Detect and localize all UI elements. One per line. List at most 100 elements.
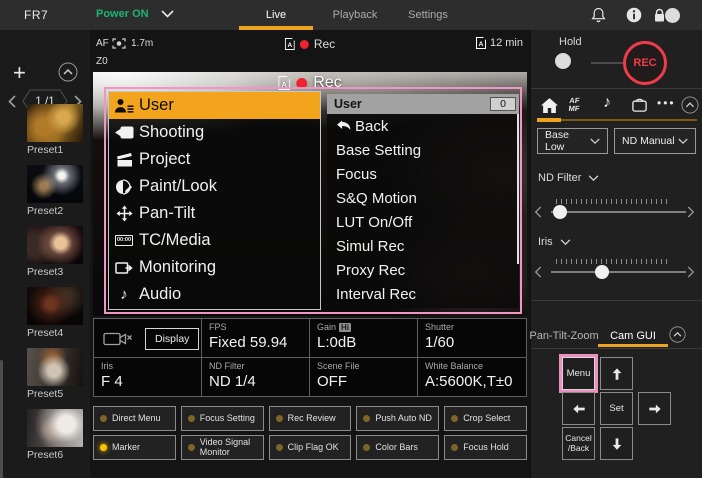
sidebar-scrollbar[interactable]	[0, 360, 3, 478]
assign-button-direct-menu[interactable]: Direct Menu	[93, 406, 176, 431]
led-indicator	[363, 415, 370, 422]
submenu-item-interval-rec[interactable]: Interval Rec	[327, 282, 519, 306]
menu-item-monitoring[interactable]: Monitoring	[109, 254, 320, 281]
iris-slider-knob[interactable]	[595, 265, 609, 279]
assign-button-marker[interactable]: Marker	[93, 435, 176, 460]
submenu-item-back[interactable]: Back	[327, 114, 519, 138]
submenu-item-label: Back	[355, 118, 388, 135]
assign-button-crop-select[interactable]: Crop Select	[444, 406, 527, 431]
preset-thumbnail-1[interactable]: Preset1	[27, 104, 83, 156]
led-indicator	[276, 444, 283, 451]
chevron-down-icon	[590, 138, 600, 145]
menu-item-label: Project	[139, 150, 190, 169]
iris-section-toggle[interactable]: Iris	[538, 236, 571, 248]
preset-thumbnail-3[interactable]: Preset3	[27, 226, 83, 278]
led-indicator	[451, 444, 458, 451]
dpad-down-button[interactable]	[600, 427, 633, 460]
preset-label: Preset6	[27, 449, 83, 461]
preset-thumbnail-6[interactable]: Preset6	[27, 409, 83, 461]
gain-value: L:0dB	[317, 334, 417, 351]
assign-button-video-signal-monitor[interactable]: Video Signal Monitor	[181, 435, 264, 460]
tab-pan-tilt-zoom[interactable]: Pan-Tilt-Zoom	[529, 330, 598, 342]
nd-filter-cell: ND Filter ND 1/4	[202, 358, 310, 397]
preset-thumbnail-2[interactable]: Preset2	[27, 165, 83, 217]
preset-thumbnail-4[interactable]: Preset4	[27, 287, 83, 339]
tab-audio-icon[interactable]: ♪	[603, 94, 611, 112]
app-title: FR7	[24, 8, 48, 22]
dpad-cancel-back-button[interactable]: Cancel /Back	[562, 427, 595, 460]
dpad-menu-button[interactable]: Menu	[562, 357, 595, 390]
tab-camera-icon[interactable]	[631, 97, 648, 113]
menu-item-paint-look[interactable]: Paint/Look	[109, 173, 320, 200]
pad-collapse-button[interactable]	[669, 326, 686, 343]
menu-item-pan-tilt[interactable]: Pan-Tilt	[109, 200, 320, 227]
page-prev-button[interactable]	[8, 95, 16, 108]
tab-afmf-icon[interactable]: AF MF	[568, 97, 580, 112]
preset-thumbnail-5[interactable]: Preset5	[27, 348, 83, 400]
zoom-position: Z0	[96, 56, 108, 67]
menu-item-project[interactable]: Project	[109, 146, 320, 173]
led-indicator	[276, 415, 283, 422]
dpad-up-button[interactable]	[600, 357, 633, 390]
iris-slider-increase[interactable]	[687, 266, 695, 278]
iris-value: F 4	[101, 373, 201, 390]
nd-slider-increase[interactable]	[687, 206, 695, 218]
display-button[interactable]: Display	[145, 328, 199, 350]
nd-slider-track[interactable]	[551, 211, 686, 213]
sidebar-collapse-button[interactable]	[58, 62, 78, 82]
led-indicator	[363, 444, 370, 451]
submenu-item-base-setting[interactable]: Base Setting	[327, 138, 519, 162]
power-menu[interactable]: Power ON	[96, 8, 174, 20]
nd-filter-section-toggle[interactable]: ND Filter	[538, 172, 599, 184]
add-preset-button[interactable]: +	[13, 62, 26, 84]
menu-item-audio[interactable]: ♪ Audio	[109, 281, 320, 308]
assign-button-color-bars[interactable]: Color Bars	[356, 435, 439, 460]
menu-item-shooting[interactable]: Shooting	[109, 119, 320, 146]
menu-item-user[interactable]: User	[109, 92, 320, 119]
dpad-set-button[interactable]: Set	[600, 392, 633, 425]
scene-file-cell: Scene File OFF	[310, 358, 418, 397]
nd-slider-decrease[interactable]	[534, 206, 542, 218]
tab-more-icon[interactable]: •••	[657, 96, 676, 110]
chevron-down-icon	[588, 175, 599, 182]
iris-slider-decrease[interactable]	[534, 266, 542, 278]
tab-playback[interactable]: Playback	[333, 9, 378, 21]
info-icon[interactable]	[626, 7, 642, 23]
submenu-item-focus[interactable]: Focus	[327, 162, 519, 186]
shutter-label: Shutter	[425, 322, 454, 332]
menu-item-label: Audio	[139, 285, 181, 304]
menu-item-label: TC/Media	[139, 231, 211, 250]
iris-slider-ticks	[556, 259, 668, 264]
preset1-image	[27, 104, 83, 142]
base-sensitivity-dropdown[interactable]: Base Low	[537, 128, 608, 154]
submenu-item-label: Proxy Rec	[336, 262, 405, 279]
nd-slider-ticks	[556, 199, 668, 204]
submenu-scrollbar[interactable]	[517, 114, 519, 264]
notifications-bell-icon[interactable]	[591, 7, 606, 23]
tab-live[interactable]: Live	[266, 9, 286, 21]
tab-settings[interactable]: Settings	[408, 9, 448, 21]
tab-home-icon[interactable]	[541, 98, 558, 113]
dpad-left-button[interactable]	[562, 392, 595, 425]
iris-slider-track[interactable]	[551, 271, 686, 273]
submenu-header: User 0	[327, 94, 519, 114]
music-note-icon: ♪	[109, 286, 139, 303]
face-detect-icon	[112, 38, 126, 49]
assign-button-focus-hold[interactable]: Focus Hold	[444, 435, 527, 460]
assign-button-rec-review[interactable]: Rec Review	[269, 406, 352, 431]
submenu-item-label: Base Setting	[336, 142, 421, 159]
menu-item-tc-media[interactable]: 00:00 TC/Media	[109, 227, 320, 254]
submenu-item-proxy-rec[interactable]: Proxy Rec	[327, 258, 519, 282]
assign-button-push-auto-nd[interactable]: Push Auto ND	[356, 406, 439, 431]
submenu-item-simul-rec[interactable]: Simul Rec	[327, 234, 519, 258]
submenu-item-lut-onoff[interactable]: LUT On/Off	[327, 210, 519, 234]
nd-slider-knob[interactable]	[553, 205, 567, 219]
panel-collapse-button[interactable]	[681, 96, 699, 114]
assign-button-clip-flag-ok[interactable]: Clip Flag OK	[269, 435, 352, 460]
tab-cam-gui[interactable]: Cam GUI	[610, 330, 656, 342]
submenu-item-sq-motion[interactable]: S&Q Motion	[327, 186, 519, 210]
nd-mode-dropdown[interactable]: ND Manual	[614, 128, 696, 154]
rec-button[interactable]: REC	[623, 41, 667, 85]
assign-button-focus-setting[interactable]: Focus Setting	[181, 406, 264, 431]
dpad-right-button[interactable]	[638, 392, 671, 425]
